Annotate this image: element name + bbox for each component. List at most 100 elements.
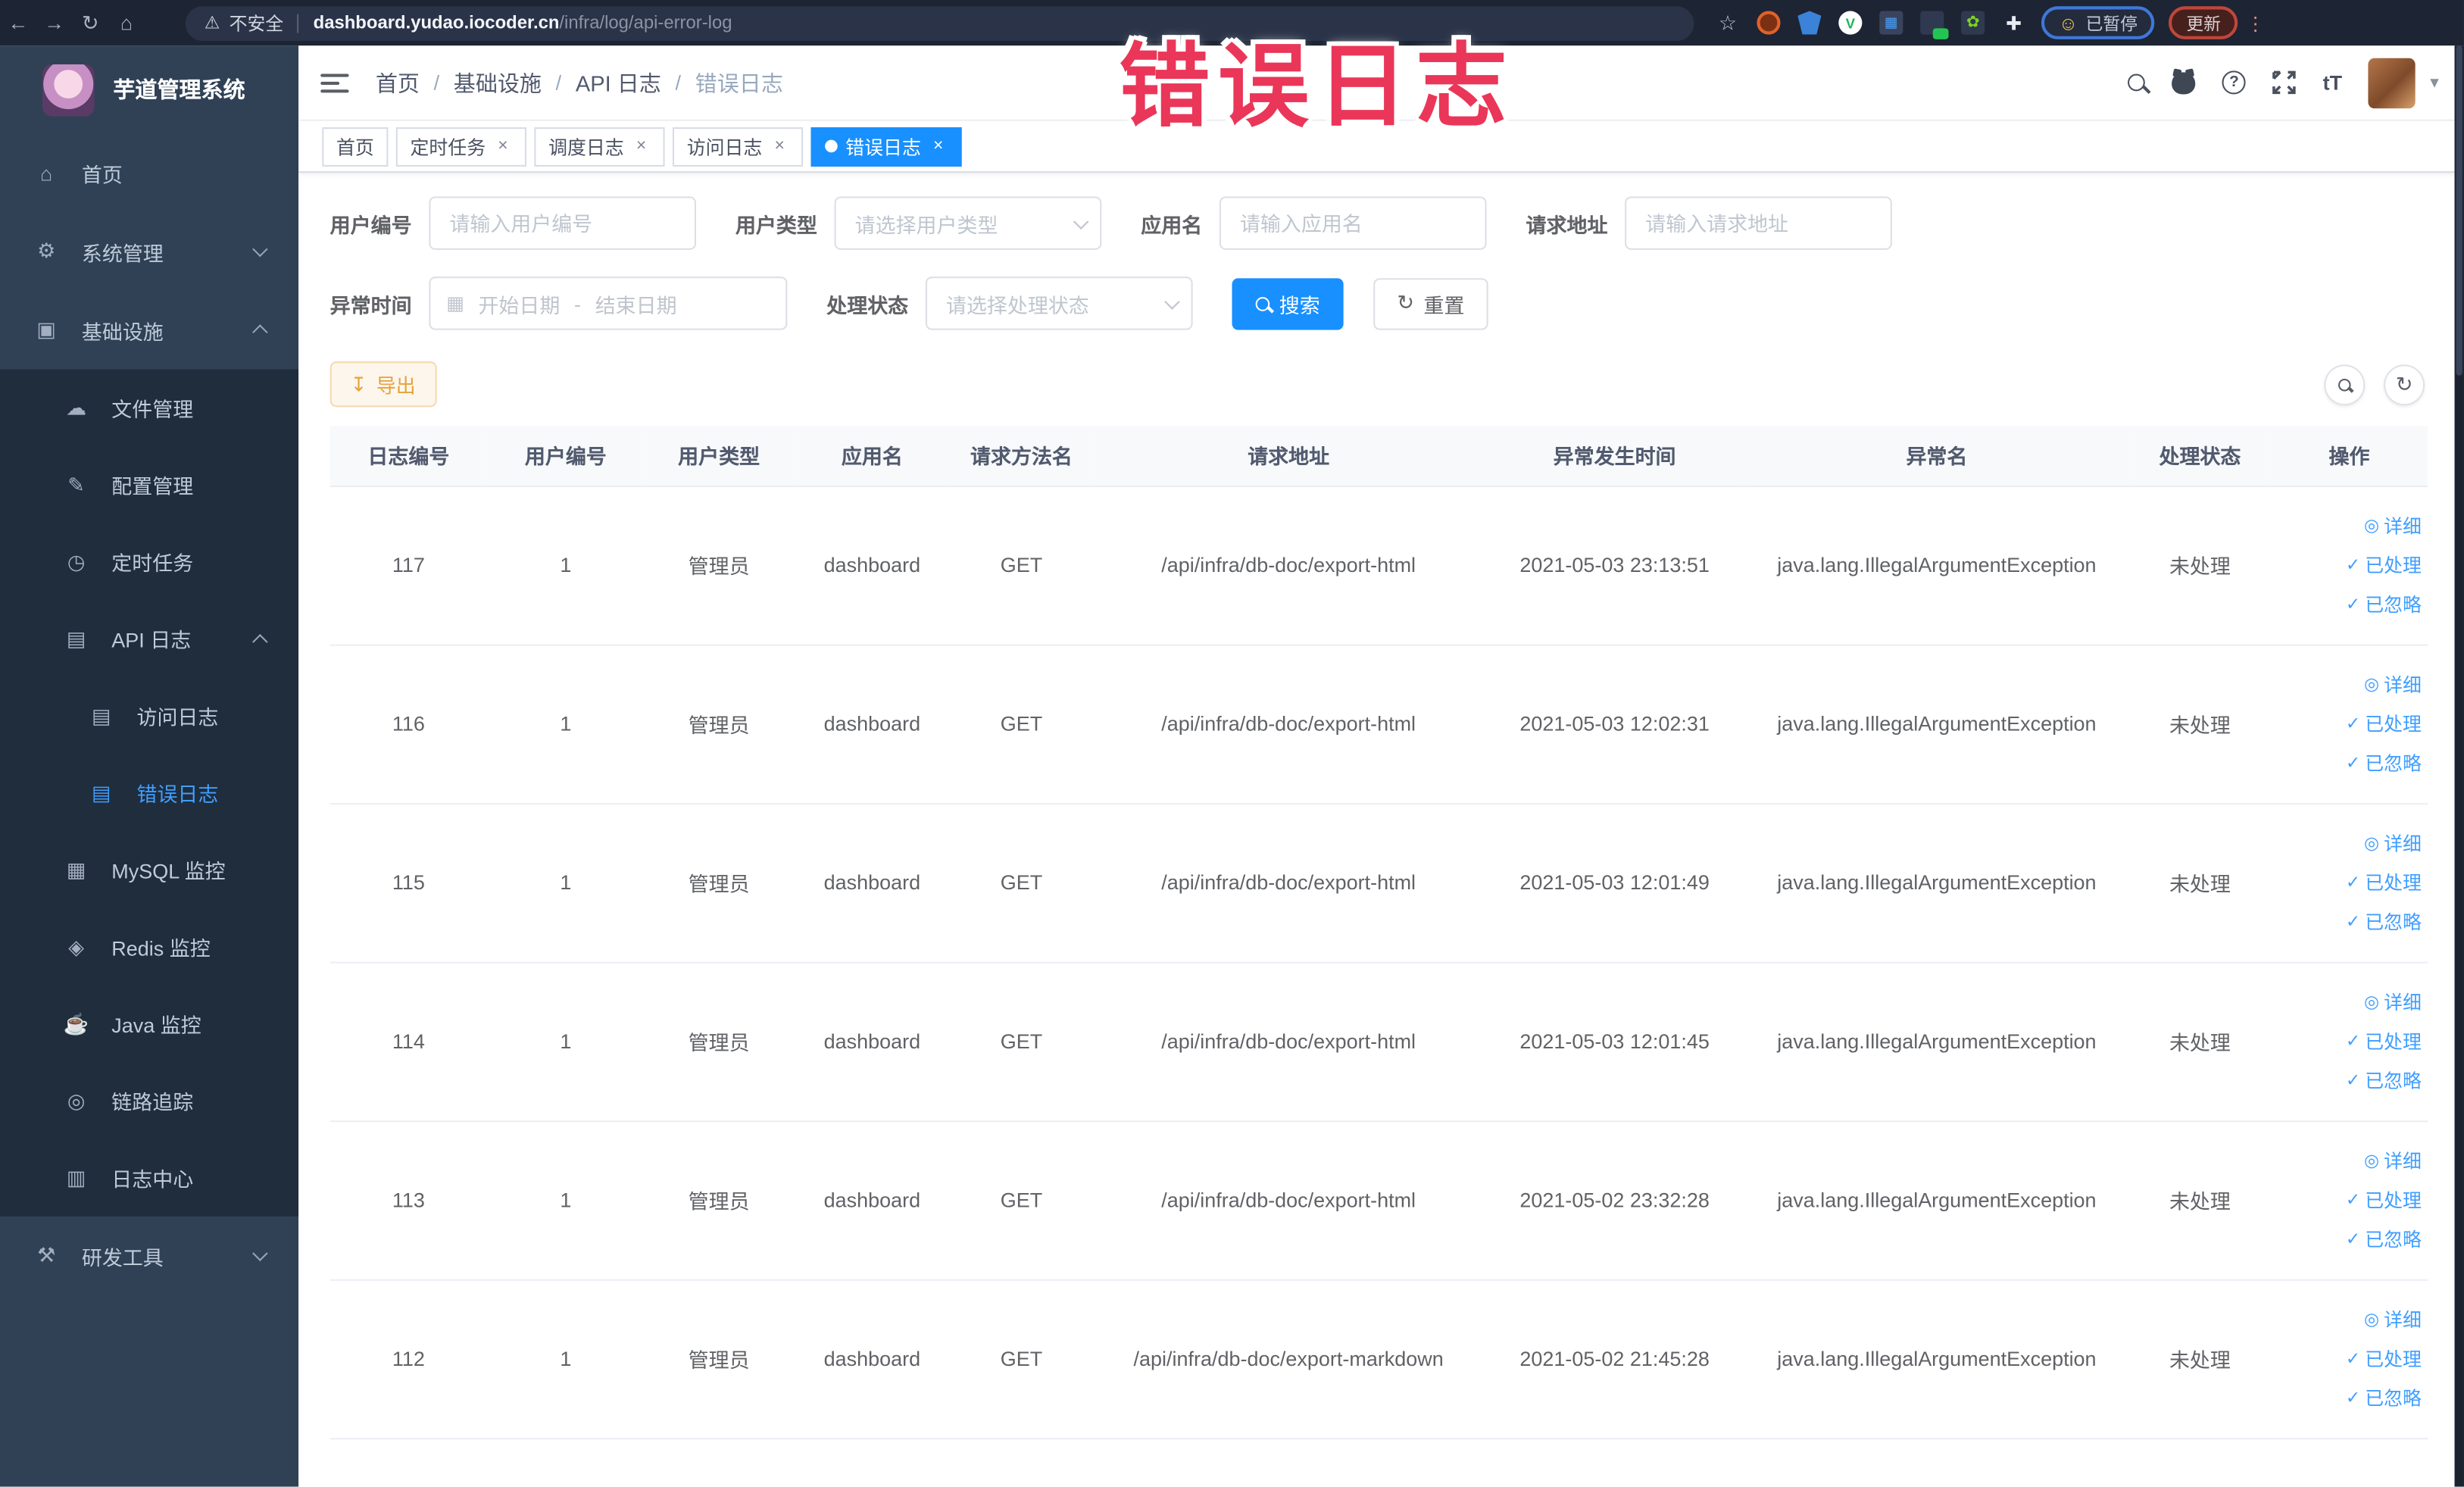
sidebar-item-trace[interactable]: ◎ 链路追踪 — [0, 1062, 298, 1139]
sidebar-item-error-log[interactable]: ▤ 错误日志 — [0, 754, 298, 832]
sidebar-item-access-log[interactable]: ▤ 访问日志 — [0, 677, 298, 754]
mark-ignored-link[interactable]: ✓ 已忽略 — [2346, 908, 2422, 935]
detail-link[interactable]: ◎ 详细 — [2364, 512, 2422, 539]
forward-icon[interactable]: → — [36, 11, 73, 35]
extension-icon-shield[interactable] — [1797, 11, 1822, 35]
sidebar-item-config-manage[interactable]: ✎ 配置管理 — [0, 446, 298, 523]
mark-processed-link[interactable]: ✓ 已处理 — [2346, 869, 2422, 895]
check-icon: ✓ — [2345, 556, 2361, 576]
browser-scrollbar[interactable] — [2454, 45, 2464, 1487]
extension-icon-on-badge[interactable] — [1920, 11, 1949, 39]
tag-label: 错误日志 — [845, 136, 921, 158]
sidebar-item-log-center[interactable]: ▥ 日志中心 — [0, 1139, 298, 1217]
extensions-puzzle-icon[interactable]: ✚ — [2002, 11, 2025, 35]
sidebar-item-redis-monitor[interactable]: ◈ Redis 监控 — [0, 908, 298, 986]
tag-home[interactable]: 首页 — [322, 127, 389, 166]
tag-job-log[interactable]: 调度日志 × — [534, 127, 665, 166]
cell-user_type: 管理员 — [644, 644, 794, 804]
close-icon[interactable]: × — [632, 136, 651, 155]
detail-link[interactable]: ◎ 详细 — [2364, 671, 2422, 698]
github-icon[interactable] — [2172, 71, 2196, 94]
navbar-actions: ? tT ▾ — [2128, 57, 2439, 108]
mark-ignored-link[interactable]: ✓ 已忽略 — [2346, 1226, 2422, 1252]
help-icon[interactable]: ? — [2222, 70, 2246, 95]
table-row: 117 1 管理员 dashboard GET/api/infra/db-doc/exp… — [329, 486, 2428, 645]
sidebar-item-home[interactable]: ⌂ 首页 — [0, 133, 298, 212]
filter-label: 应用名 — [1141, 213, 1203, 237]
mark-processed-link[interactable]: ✓ 已处理 — [2346, 551, 2422, 578]
cell-id: 114 — [329, 961, 488, 1122]
user-id-input[interactable] — [429, 196, 697, 250]
browser-update-button[interactable]: 更新 — [2169, 6, 2238, 39]
export-button[interactable]: ↧ 导出 — [329, 361, 436, 408]
browser-home-icon[interactable]: ⌂ — [108, 11, 145, 35]
cell-method: GET — [951, 803, 1092, 963]
detail-link[interactable]: ◎ 详细 — [2364, 829, 2422, 856]
tag-scheduled-jobs[interactable]: 定时任务 × — [395, 127, 527, 166]
mark-ignored-link[interactable]: ✓ 已忽略 — [2346, 591, 2422, 617]
request-url-input[interactable] — [1625, 196, 1892, 250]
date-range-picker[interactable]: ▦ 开始日期 - 结束日期 — [429, 276, 788, 330]
process-status-select[interactable]: 请选择处理状态 — [926, 276, 1193, 330]
bookmark-star-icon[interactable]: ☆ — [1716, 10, 1739, 35]
font-size-icon[interactable]: tT — [2323, 70, 2342, 94]
avatar-caret-down-icon[interactable]: ▾ — [2430, 72, 2438, 93]
table-row: 115 1 管理员 dashboard GET/api/infra/db-doc/exp… — [329, 803, 2428, 963]
detail-link[interactable]: ◎ 详细 — [2364, 989, 2422, 1015]
app-name-input[interactable] — [1219, 196, 1487, 250]
mark-processed-link[interactable]: ✓ 已处理 — [2346, 1028, 2422, 1054]
check-icon: ✓ — [2345, 873, 2361, 893]
check-icon: ✓ — [2345, 1071, 2361, 1091]
extension-icon-sprout[interactable]: ✿ — [1961, 11, 1985, 35]
table-row: 112 1 管理员 dashboard GET/api/infra/db-doc/exp… — [329, 1279, 2428, 1439]
tag-error-log-active[interactable]: 错误日志 × — [810, 127, 962, 166]
sidebar-item-java-monitor[interactable]: ☕ Java 监控 — [0, 986, 298, 1063]
select-placeholder: 请选择用户类型 — [854, 213, 998, 237]
search-button[interactable]: 搜索 — [1232, 277, 1344, 330]
extension-icon-grid[interactable]: ▦ — [1879, 11, 1903, 35]
sidebar-item-infra[interactable]: ▣ 基础设施 — [0, 291, 298, 370]
extension-icon-green[interactable]: V — [1838, 11, 1863, 35]
search-icon[interactable] — [2128, 73, 2146, 92]
extension-icon-orange[interactable] — [1757, 11, 1781, 35]
breadcrumb-infra[interactable]: 基础设施 — [454, 67, 542, 98]
mark-ignored-link[interactable]: ✓ 已忽略 — [2346, 1385, 2422, 1411]
profile-paused-badge[interactable]: ☺ 已暂停 — [2041, 6, 2155, 39]
cell-method: GET — [951, 961, 1092, 1122]
sidebar-item-dev-tools[interactable]: ⚒ 研发工具 — [0, 1217, 298, 1295]
detail-link[interactable]: ◎ 详细 — [2364, 1147, 2422, 1173]
close-icon[interactable]: × — [493, 136, 512, 155]
mark-ignored-link[interactable]: ✓ 已忽略 — [2346, 750, 2422, 776]
sidebar-item-api-log[interactable]: ▤ API 日志 — [0, 600, 298, 677]
mark-ignored-link[interactable]: ✓ 已忽略 — [2346, 1067, 2422, 1094]
sidebar-item-system[interactable]: ⚙ 系统管理 — [0, 212, 298, 291]
back-icon[interactable]: ← — [0, 11, 36, 35]
mark-processed-link[interactable]: ✓ 已处理 — [2346, 1186, 2422, 1213]
toggle-search-button[interactable] — [2324, 364, 2366, 405]
mark-processed-link[interactable]: ✓ 已处理 — [2346, 711, 2422, 737]
refresh-icon: ↻ — [1397, 290, 1415, 314]
sidebar-item-file-manage[interactable]: ☁ 文件管理 — [0, 370, 298, 447]
tag-access-log[interactable]: 访问日志 × — [673, 127, 804, 166]
sidebar-item-mysql-monitor[interactable]: ▦ MySQL 监控 — [0, 831, 298, 908]
mark-processed-link[interactable]: ✓ 已处理 — [2346, 1345, 2422, 1372]
scrollbar-thumb[interactable] — [2456, 45, 2462, 376]
refresh-table-button[interactable]: ↻ — [2384, 364, 2425, 405]
not-secure-warning-icon: ⚠ — [204, 14, 220, 33]
user-type-select[interactable]: 请选择用户类型 — [834, 196, 1102, 250]
reload-icon[interactable]: ↻ — [72, 10, 108, 35]
breadcrumb-api-log[interactable]: API 日志 — [576, 67, 661, 98]
reset-button[interactable]: ↻ 重置 — [1373, 277, 1488, 330]
browser-menu-icon[interactable]: ⋮ — [2244, 12, 2266, 34]
fullscreen-icon[interactable] — [2272, 70, 2297, 95]
detail-link[interactable]: ◎ 详细 — [2364, 1306, 2422, 1332]
close-icon[interactable]: × — [929, 136, 948, 155]
sidebar-fold-icon[interactable] — [320, 68, 349, 96]
user-avatar[interactable] — [2369, 57, 2416, 108]
sidebar-item-scheduled-jobs[interactable]: ◷ 定时任务 — [0, 523, 298, 601]
close-icon[interactable]: × — [770, 136, 789, 155]
browser-window: 错误日志 ← → ↻ ⌂ ⚠ 不安全 dashboard.yudao.iocod… — [0, 0, 2464, 1487]
breadcrumb-home[interactable]: 首页 — [376, 67, 420, 98]
action-label: 已处理 — [2365, 1189, 2422, 1212]
sidebar-logo[interactable]: 芋道管理系统 — [0, 45, 298, 133]
